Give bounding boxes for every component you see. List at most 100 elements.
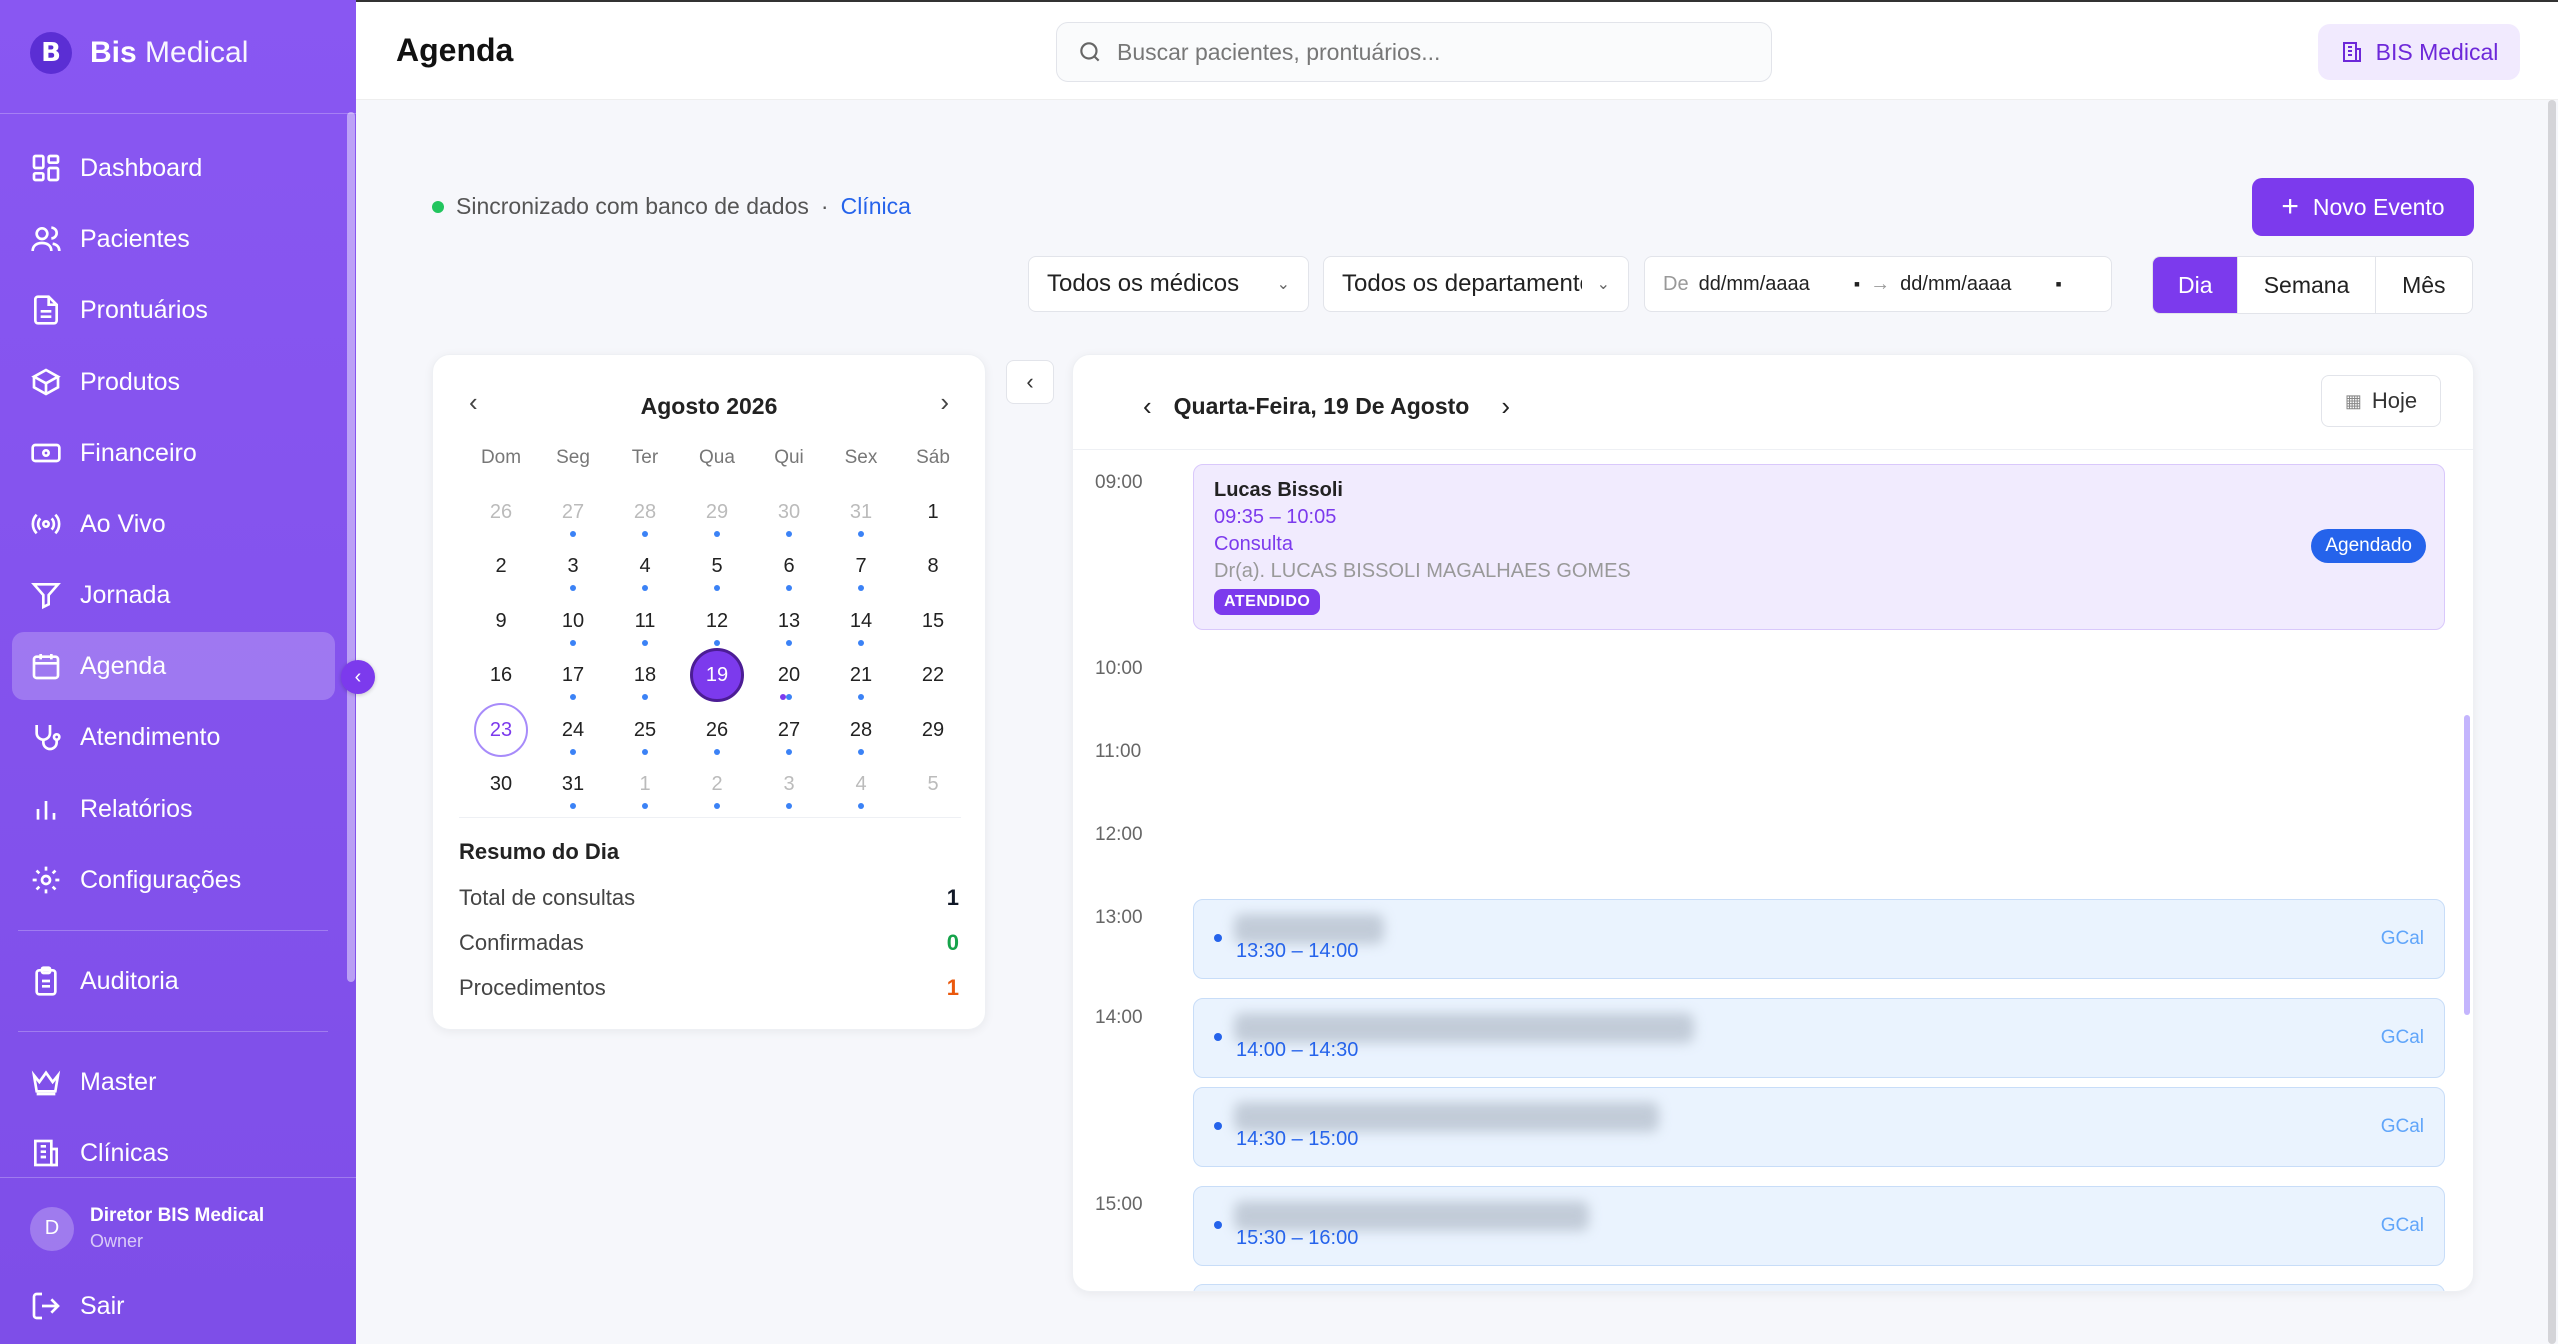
sidebar-item-master[interactable]: Master [12, 1048, 335, 1116]
event-dot [1214, 1122, 1222, 1130]
logout-button[interactable]: Sair [12, 1272, 335, 1340]
date-to-input[interactable]: dd/mm/aaaa [1900, 273, 2011, 296]
calendar-day[interactable]: 5 [906, 757, 960, 811]
brand-name-bold: Bis [90, 36, 137, 69]
calendar-day[interactable]: 26 [474, 485, 528, 539]
event-indicator-dot [714, 640, 720, 646]
calendar-icon [32, 654, 60, 680]
gcal-event[interactable] [1193, 1284, 2445, 1291]
calendar-day[interactable]: 8 [906, 539, 960, 593]
view-month-button[interactable]: Mês [2374, 257, 2472, 313]
event-time: 14:00 – 14:30 [1236, 1039, 1359, 1061]
event-indicator-dot [786, 585, 792, 591]
timeline-divider [1073, 449, 2473, 450]
event-indicator-dot [570, 803, 576, 809]
event-source: GCal [2380, 928, 2424, 949]
sidebar-item-financeiro[interactable]: Financeiro [12, 419, 335, 487]
box-icon [31, 368, 61, 396]
search-box[interactable] [1056, 22, 1772, 82]
appointment-card[interactable]: Lucas Bissoli 09:35 – 10:05 Consulta Dr(… [1193, 464, 2445, 630]
summary-value: 1 [946, 885, 959, 910]
calendar-icon[interactable]: ▪ [2055, 274, 2061, 295]
sidebar-item-jornada[interactable]: Jornada [12, 561, 335, 629]
status-tag: ATENDIDO [1214, 589, 1321, 615]
gcal-event[interactable]: 14:00 – 14:30 GCal [1193, 998, 2445, 1078]
clinic-link[interactable]: Clínica [841, 193, 911, 220]
sidebar-item-produtos[interactable]: Produtos [12, 348, 335, 416]
calendar-icon[interactable]: ▪ [1854, 274, 1860, 295]
hour-label: 15:00 [1095, 1194, 1143, 1215]
weekday-label: Sex [844, 447, 878, 468]
sidebar-item-atendimento[interactable]: Atendimento [12, 703, 335, 771]
view-day-button[interactable]: Dia [2153, 257, 2238, 313]
calendar-day[interactable]: 19 [690, 648, 744, 702]
date-from-label: De [1663, 272, 1689, 295]
dayview-scrollbar[interactable] [2464, 715, 2470, 1015]
brand-logo[interactable]: B Bis Medical [30, 32, 248, 74]
clinic-selector[interactable]: BIS Medical [2318, 24, 2520, 80]
event-source: GCal [2380, 1027, 2424, 1048]
event-indicator-dot [858, 640, 864, 646]
search-input[interactable] [1117, 38, 1737, 66]
new-event-label: Novo Evento [2312, 193, 2445, 220]
clipboard-icon [35, 966, 57, 996]
sidebar-item-configuracoes[interactable]: Configurações [12, 846, 335, 914]
calendar-day[interactable]: 15 [906, 594, 960, 648]
weekday-label: Seg [556, 447, 590, 468]
today-label: Hoje [2371, 388, 2418, 413]
page-scrollbar[interactable] [2548, 100, 2556, 1344]
doctors-select[interactable]: Todos os médicos ⌄ [1028, 256, 1309, 312]
new-event-button[interactable]: + Novo Evento [2252, 178, 2474, 236]
date-from-input[interactable]: dd/mm/aaaa [1699, 273, 1810, 296]
chevron-left-icon: ‹ [354, 665, 362, 688]
sidebar-item-prontuarios[interactable]: Prontuários [12, 276, 335, 344]
event-indicator-dot [786, 531, 792, 537]
users-icon [31, 226, 61, 252]
user-profile[interactable]: D Diretor BIS Medical Owner [30, 1205, 264, 1252]
calendar-day[interactable]: 9 [474, 594, 528, 648]
event-time: 14:30 – 15:00 [1236, 1128, 1359, 1150]
stethoscope-icon [35, 725, 61, 751]
today-button[interactable]: ▦ Hoje [2321, 375, 2441, 427]
hour-label: 12:00 [1095, 824, 1143, 845]
calendar-month-label: Agosto 2026 [640, 393, 778, 419]
mini-calendar: ‹ Agosto 2026 › Resumo do Dia Total de c… [432, 354, 986, 1030]
gear-icon [32, 866, 60, 894]
weekday-label: Qua [699, 447, 735, 468]
prev-day-button[interactable]: ‹ [1143, 391, 1152, 422]
collapse-sidebar-button[interactable]: ‹ [341, 660, 375, 694]
bar-chart-icon [36, 801, 56, 820]
sidebar-divider [0, 1177, 356, 1178]
calendar-day[interactable]: 29 [906, 703, 960, 757]
calendar-day[interactable]: 1 [906, 485, 960, 539]
toggle-calendar-button[interactable]: ‹ [1006, 360, 1054, 404]
event-time: 15:30 – 16:00 [1236, 1227, 1359, 1249]
sidebar-item-relatorios[interactable]: Relatórios [12, 775, 335, 843]
calendar-day[interactable]: 16 [474, 648, 528, 702]
sync-status-dot [432, 200, 444, 213]
sidebar-item-ao-vivo[interactable]: Ao Vivo [12, 490, 335, 558]
summary-value: 1 [946, 975, 959, 1000]
calendar-day[interactable]: 23 [474, 703, 528, 757]
gcal-event[interactable]: 14:30 – 15:00 GCal [1193, 1087, 2445, 1167]
sidebar-item-dashboard[interactable]: Dashboard [12, 134, 335, 202]
sidebar: B Bis Medical Dashboard Pacientes Prontu… [0, 0, 356, 1344]
sidebar-scrollbar[interactable] [347, 112, 355, 982]
event-indicator-dot [858, 531, 864, 537]
sidebar-item-auditoria[interactable]: Auditoria [12, 947, 335, 1015]
sidebar-item-pacientes[interactable]: Pacientes [12, 205, 335, 273]
gcal-event[interactable]: 13:30 – 14:00 GCal [1193, 899, 2445, 979]
next-day-button[interactable]: › [1501, 391, 1510, 422]
top-bar: Agenda BIS Medical [356, 0, 2558, 100]
chevron-down-icon: ⌄ [1276, 276, 1290, 293]
calendar-day[interactable]: 22 [906, 648, 960, 702]
event-indicator-dot [642, 803, 648, 809]
calendar-day[interactable]: 2 [474, 539, 528, 593]
view-week-button[interactable]: Semana [2237, 257, 2374, 313]
next-month-button[interactable]: › [940, 387, 949, 418]
gcal-event[interactable]: 15:30 – 16:00 GCal [1193, 1186, 2445, 1266]
sidebar-item-agenda[interactable]: Agenda [12, 632, 335, 700]
departments-select[interactable]: Todos os departamentos ⌄ [1323, 256, 1629, 312]
weekday-label: Dom [480, 447, 522, 468]
calendar-day[interactable]: 30 [474, 757, 528, 811]
